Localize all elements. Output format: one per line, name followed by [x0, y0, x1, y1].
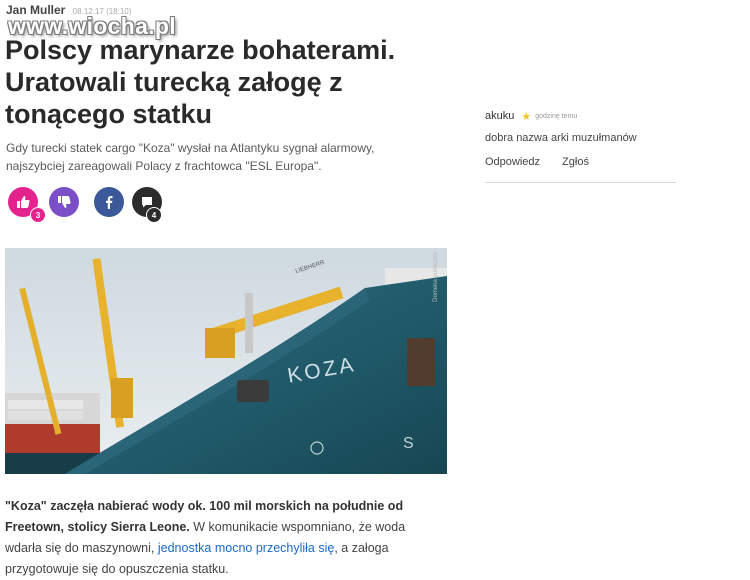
article-lead: Gdy turecki statek cargo "Koza" wysłał n…	[6, 141, 375, 173]
ship-image: S KOZA LIEBHERR	[5, 248, 447, 474]
comment-header: akuku ★ godzinę temu	[485, 108, 676, 124]
report-button[interactable]: Zgłoś	[562, 156, 589, 168]
star-icon: ★	[521, 110, 532, 123]
hull-marking: S	[403, 435, 414, 452]
facebook-share-button[interactable]	[94, 187, 124, 217]
like-count-badge: 3	[30, 207, 46, 223]
comment-divider	[485, 182, 676, 183]
facebook-icon	[106, 196, 113, 209]
comment-actions: Odpowiedz Zgłoś	[485, 156, 676, 168]
thumbs-up-icon	[17, 196, 30, 208]
comment-count-badge: 4	[146, 207, 162, 223]
article-photo: S KOZA LIEBHERR Domena publiczna	[5, 248, 447, 474]
body-link[interactable]: jednostka mocno przechyliła się	[158, 541, 334, 555]
dislike-button[interactable]	[49, 187, 79, 217]
reply-button[interactable]: Odpowiedz	[485, 156, 540, 168]
comment-item: akuku ★ godzinę temu dobra nazwa arki mu…	[485, 108, 676, 183]
comment-time: godzinę temu	[535, 112, 578, 120]
photo-credit: Domena publiczna	[433, 252, 440, 302]
article-body: "Koza" zaczęła nabierać wody ok. 100 mil…	[5, 496, 445, 580]
comment-username[interactable]: akuku	[485, 110, 514, 122]
comment-text: dobra nazwa arki muzułmanów	[485, 132, 637, 144]
thumbs-down-icon	[58, 196, 71, 208]
article-title: Polscy marynarze bohaterami. Uratowali t…	[5, 35, 396, 129]
